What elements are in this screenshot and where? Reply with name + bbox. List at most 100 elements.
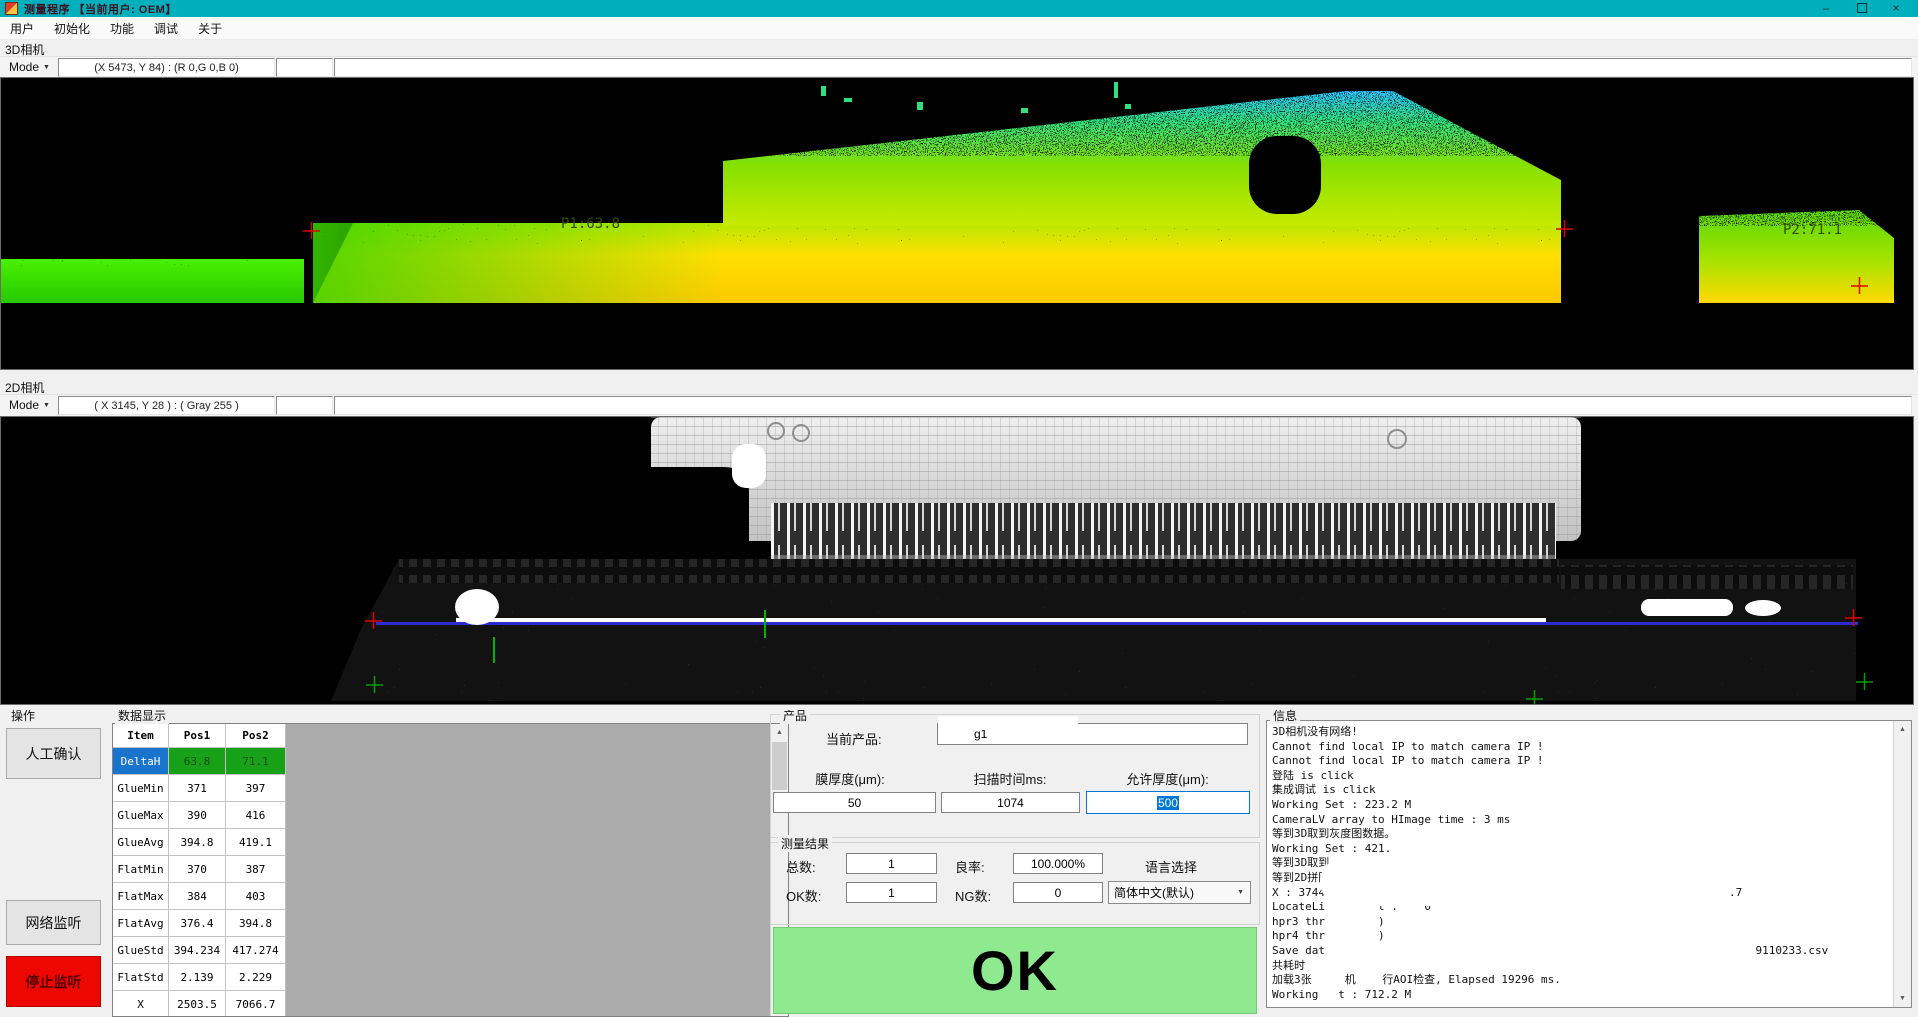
camera3d-mode-dropdown[interactable]: Mode ▼ xyxy=(3,58,56,76)
cell-pos1: 394.8 xyxy=(169,829,226,856)
cell-item: FlatMin xyxy=(113,856,169,883)
window-title: 测量程序 【当前用户: OEM】 xyxy=(24,1,177,17)
allow-thickness-field[interactable]: 500 xyxy=(1086,791,1250,814)
film-thickness-value: 50 xyxy=(848,796,861,810)
log-line: Working t : 712.2 M xyxy=(1272,988,1891,1003)
network-listen-button[interactable]: 网络监听 xyxy=(6,900,101,945)
cell-pos1: 390 xyxy=(169,802,226,829)
log-line: Cannot find local IP to match camera IP … xyxy=(1272,740,1891,755)
cell-item: FlatStd xyxy=(113,964,169,991)
ok-count-value: 1 xyxy=(888,886,895,900)
cell-pos2: 7066.7 xyxy=(226,991,286,1017)
ok-count-field[interactable]: 1 xyxy=(846,882,937,903)
table-row[interactable]: GlueMin371397 xyxy=(113,775,788,802)
yield-value: 100.000% xyxy=(1031,857,1085,871)
camera2d-pixel-info: ( X 3145, Y 28 ) : ( Gray 255 ) xyxy=(58,396,275,415)
table-row[interactable]: FlatMax384403 xyxy=(113,883,788,910)
menu-item[interactable]: 用户 xyxy=(0,17,44,40)
stop-listen-label: 停止监听 xyxy=(26,972,82,992)
log-line: 3D相机没有网络! xyxy=(1272,725,1891,740)
total-value: 1 xyxy=(888,857,895,871)
cell-pos1: 394.234 xyxy=(169,937,226,964)
table-row[interactable]: GlueMax390416 xyxy=(113,802,788,829)
menu-item[interactable]: 关于 xyxy=(188,17,232,40)
ng-count-label: NG数: xyxy=(955,886,991,905)
stop-listen-button[interactable]: 停止监听 xyxy=(6,956,101,1007)
table-row[interactable]: X2503.57066.7 xyxy=(113,991,788,1017)
camera3d-statusbox-wide xyxy=(334,58,1912,77)
total-field[interactable]: 1 xyxy=(846,853,937,874)
scan-time-value: 1074 xyxy=(997,796,1024,810)
p2-annotation: P2:71.1 xyxy=(1783,222,1842,238)
menu-item[interactable]: 调试 xyxy=(144,17,188,40)
table-row[interactable]: FlatMin370387 xyxy=(113,856,788,883)
film-thickness-field[interactable]: 50 xyxy=(773,792,936,813)
cell-item: FlatAvg xyxy=(113,910,169,937)
cell-pos2: 2.229 xyxy=(226,964,286,991)
mode-label: Mode xyxy=(9,60,39,74)
cell-item: DeltaH xyxy=(113,748,169,775)
camera2d-toolbar: Mode ▼ ( X 3145, Y 28 ) : ( Gray 255 ) xyxy=(0,394,1918,416)
table-row[interactable]: DeltaH63.871.1 xyxy=(113,748,788,775)
cell-pos2: 397 xyxy=(226,775,286,802)
menu-item[interactable]: 初始化 xyxy=(44,17,100,40)
log-line: Working Set : 421.0 M xyxy=(1272,842,1891,857)
ok-count-label: OK数: xyxy=(786,886,821,905)
column-header: Item xyxy=(113,724,169,748)
camera2d-mode-dropdown[interactable]: Mode ▼ xyxy=(3,396,56,414)
table-row[interactable]: FlatStd2.1392.229 xyxy=(113,964,788,991)
language-value: 简体中文(默认) xyxy=(1114,884,1194,901)
menu-bar: 用户初始化功能调试关于 xyxy=(0,17,1918,40)
language-label: 语言选择 xyxy=(1145,857,1197,876)
cell-pos2: 387 xyxy=(226,856,286,883)
manual-confirm-button[interactable]: 人工确认 xyxy=(6,728,101,779)
cell-item: X xyxy=(113,991,169,1017)
product-label: 产品 xyxy=(780,707,810,724)
log-line: Working Set : 223.2 M xyxy=(1272,798,1891,813)
status-banner: OK xyxy=(773,927,1257,1014)
cell-pos2: 394.8 xyxy=(226,910,286,937)
log-scrollbar[interactable]: ▲ ▼ xyxy=(1893,721,1911,1007)
ng-count-field[interactable]: 0 xyxy=(1013,882,1103,903)
cell-pos2: 71.1 xyxy=(226,748,286,775)
minimize-icon: – xyxy=(1823,1,1830,15)
cell-item: GlueMin xyxy=(113,775,169,802)
allow-thickness-value: 500 xyxy=(1157,796,1179,810)
scroll-down-icon[interactable]: ▼ xyxy=(1894,990,1911,1007)
ng-count-value: 0 xyxy=(1055,886,1062,900)
redaction-blob xyxy=(1320,858,1735,906)
cell-pos1: 370 xyxy=(169,856,226,883)
menu-item[interactable]: 功能 xyxy=(100,17,144,40)
table-row[interactable]: GlueStd394.234417.274 xyxy=(113,937,788,964)
yield-label: 良率: xyxy=(955,857,985,876)
column-header: Pos2 xyxy=(226,724,286,748)
log-line: Cannot find local IP to match camera IP … xyxy=(1272,754,1891,769)
cell-pos2: 419.1 xyxy=(226,829,286,856)
table-header-row: ItemPos1Pos2 xyxy=(113,724,788,748)
cell-pos2: 416 xyxy=(226,802,286,829)
camera2d-statusbox xyxy=(276,396,333,415)
scan-time-field[interactable]: 1074 xyxy=(941,792,1080,813)
table-row[interactable]: GlueAvg394.8419.1 xyxy=(113,829,788,856)
cell-pos1: 63.8 xyxy=(169,748,226,775)
manual-confirm-label: 人工确认 xyxy=(26,744,82,764)
grayscale-2d-graphic xyxy=(1,417,1914,705)
language-select[interactable]: 简体中文(默认) ▼ xyxy=(1108,881,1251,904)
data-table[interactable]: ItemPos1Pos2 DeltaH63.871.1GlueMin371397… xyxy=(112,723,789,1017)
cell-pos1: 2.139 xyxy=(169,964,226,991)
yield-field[interactable]: 100.000% xyxy=(1013,853,1103,874)
scroll-up-icon[interactable]: ▲ xyxy=(1894,721,1911,738)
table-row[interactable]: FlatAvg376.4394.8 xyxy=(113,910,788,937)
log-line: 登陆 is click xyxy=(1272,769,1891,784)
minimize-button[interactable]: – xyxy=(1810,0,1842,16)
close-button[interactable]: × xyxy=(1880,0,1912,16)
allow-thickness-label: 允许厚度(μm): xyxy=(1090,769,1245,788)
camera2d-image[interactable] xyxy=(0,416,1914,705)
camera3d-image[interactable]: P1:63.8 P2:71.1 xyxy=(0,77,1914,370)
cell-pos1: 376.4 xyxy=(169,910,226,937)
maximize-button[interactable] xyxy=(1846,0,1878,16)
chevron-down-icon: ▼ xyxy=(1237,889,1244,896)
close-icon: × xyxy=(1892,1,1899,15)
log-line: Save dat 9110233.csv xyxy=(1272,944,1891,959)
log-line: CameraLV array to HImage time : 3 ms xyxy=(1272,813,1891,828)
